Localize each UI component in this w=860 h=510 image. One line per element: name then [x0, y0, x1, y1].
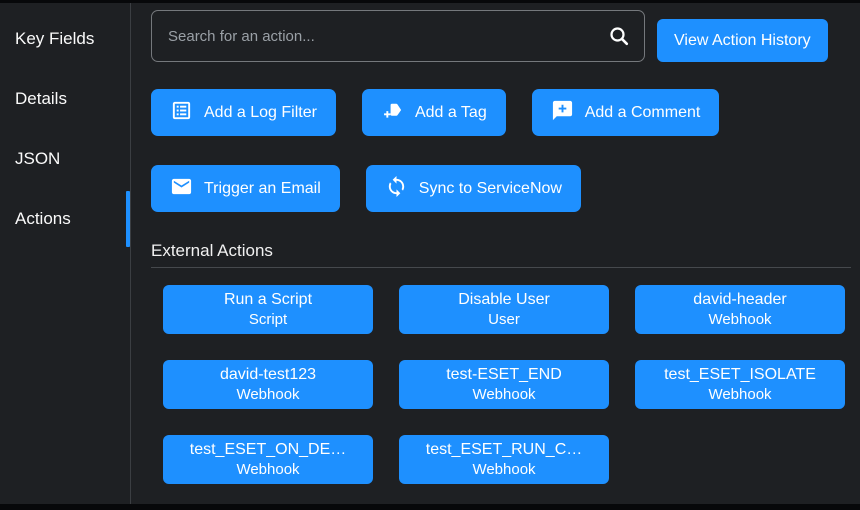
external-action-type: Webhook	[708, 312, 771, 329]
sidebar-item-label: Details	[15, 89, 67, 109]
active-tab-indicator	[126, 191, 130, 247]
external-action-test-eset-on-demand[interactable]: test_ESET_ON_DE… Webhook	[163, 435, 373, 484]
quick-action-label: Add a Comment	[585, 104, 701, 122]
external-action-title: test-ESET_END	[446, 366, 562, 384]
sidebar-item-label: Actions	[15, 209, 71, 229]
sidebar-item-label: JSON	[15, 149, 60, 169]
sidebar-item-json[interactable]: JSON	[0, 129, 130, 189]
external-action-type: Webhook	[472, 387, 535, 404]
external-action-title: Run a Script	[224, 291, 312, 309]
external-actions-grid: Run a Script Script Disable User User da…	[163, 285, 842, 484]
external-action-type: Webhook	[472, 462, 535, 479]
quick-action-label: Sync to ServiceNow	[419, 180, 562, 198]
comment-plus-icon	[551, 99, 574, 127]
trigger-email-button[interactable]: Trigger an Email	[151, 165, 340, 212]
sidebar: Key Fields Details JSON Actions	[0, 3, 131, 504]
tag-plus-icon	[381, 99, 404, 127]
quick-actions: Add a Log Filter Add a Tag Add a Co	[151, 89, 842, 241]
external-action-title: test_ESET_RUN_C…	[426, 441, 583, 459]
external-action-title: david-header	[693, 291, 786, 309]
search-input[interactable]	[151, 10, 645, 62]
view-action-history-button[interactable]: View Action History	[657, 19, 828, 62]
external-action-type: Webhook	[708, 387, 771, 404]
sidebar-item-label: Key Fields	[15, 29, 94, 49]
external-action-type: Webhook	[236, 462, 299, 479]
search-icon[interactable]	[607, 24, 631, 48]
external-action-type: Webhook	[236, 387, 299, 404]
add-tag-button[interactable]: Add a Tag	[362, 89, 506, 136]
quick-action-label: Add a Tag	[415, 104, 487, 122]
external-action-test-eset-run-command[interactable]: test_ESET_RUN_C… Webhook	[399, 435, 609, 484]
external-actions-divider	[151, 267, 851, 268]
log-filter-icon	[170, 99, 193, 127]
external-action-title: test_ESET_ON_DE…	[190, 441, 347, 459]
sidebar-item-key-fields[interactable]: Key Fields	[0, 9, 130, 69]
external-action-test-eset-end[interactable]: test-ESET_END Webhook	[399, 360, 609, 409]
external-action-type: Script	[249, 312, 287, 329]
sidebar-item-details[interactable]: Details	[0, 69, 130, 129]
quick-action-label: Add a Log Filter	[204, 104, 317, 122]
external-action-title: david-test123	[220, 366, 316, 384]
external-action-david-header[interactable]: david-header Webhook	[635, 285, 845, 334]
sync-icon	[385, 175, 408, 203]
external-action-disable-user[interactable]: Disable User User	[399, 285, 609, 334]
external-action-david-test123[interactable]: david-test123 Webhook	[163, 360, 373, 409]
external-action-title: test_ESET_ISOLATE	[664, 366, 816, 384]
actions-panel: Key Fields Details JSON Actions	[0, 3, 860, 504]
external-actions-heading: External Actions	[151, 241, 842, 261]
quick-action-label: Trigger an Email	[204, 180, 321, 198]
external-action-title: Disable User	[458, 291, 550, 309]
sidebar-item-actions[interactable]: Actions	[0, 189, 130, 249]
sync-servicenow-button[interactable]: Sync to ServiceNow	[366, 165, 581, 212]
search-box	[151, 10, 645, 62]
external-action-run-a-script[interactable]: Run a Script Script	[163, 285, 373, 334]
external-action-test-eset-isolate[interactable]: test_ESET_ISOLATE Webhook	[635, 360, 845, 409]
actions-content: View Action History Add a Log Filter	[131, 3, 860, 504]
add-log-filter-button[interactable]: Add a Log Filter	[151, 89, 336, 136]
search-row: View Action History	[151, 10, 842, 62]
email-icon	[170, 175, 193, 203]
external-action-type: User	[488, 312, 520, 329]
add-comment-button[interactable]: Add a Comment	[532, 89, 720, 136]
